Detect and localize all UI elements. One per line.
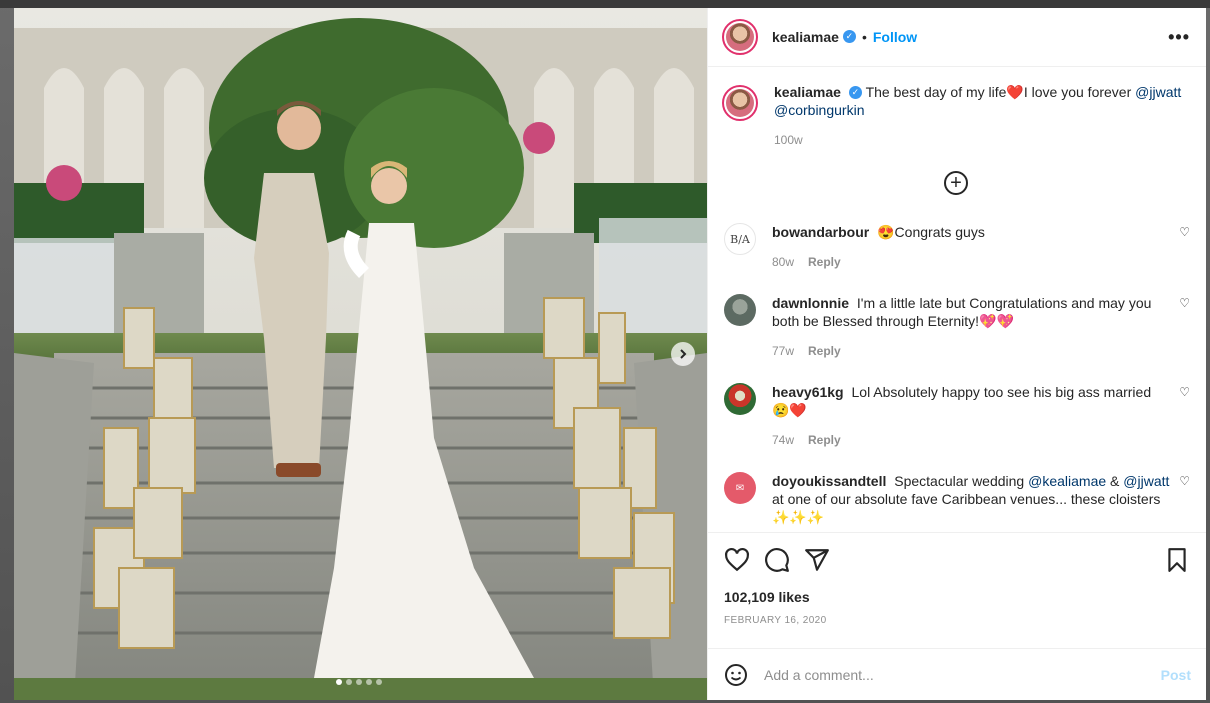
comment-like-heart-icon[interactable]: ♡ xyxy=(1179,385,1190,399)
caption-text: The best day of my life❤️I love you fore… xyxy=(865,84,1132,100)
wedding-photo-illustration xyxy=(14,8,707,700)
commenter-avatar[interactable] xyxy=(724,383,756,415)
reply-button[interactable]: Reply xyxy=(808,431,841,449)
carousel-dot xyxy=(366,679,372,685)
commenter-username[interactable]: bowandarbour xyxy=(772,224,869,240)
verified-icon: ✓ xyxy=(848,85,862,99)
comment-item: B/A bowandarbour 😍Congrats guys 80w Reply… xyxy=(722,223,1190,271)
post-comment-button[interactable]: Post xyxy=(1161,667,1191,683)
commenter-avatar[interactable]: B/A xyxy=(724,223,756,255)
carousel-dot xyxy=(346,679,352,685)
comment-text: 😍Congrats guys xyxy=(877,224,985,240)
post-modal: kealiamae ✓ • Follow ••• kealiamae ✓ The … xyxy=(14,8,1206,700)
comment-time: 77w xyxy=(772,344,795,358)
post-date: FEBRUARY 16, 2020 xyxy=(724,615,827,626)
heart-icon[interactable] xyxy=(724,547,750,573)
mention-link[interactable]: @kealiamae xyxy=(1028,473,1106,489)
comment-text: & xyxy=(1110,473,1120,489)
carousel-next-button[interactable] xyxy=(671,342,695,366)
mention-link[interactable]: @corbingurkin xyxy=(774,102,864,118)
browser-top-strip xyxy=(0,0,1210,8)
mention-link[interactable]: @jjwatt xyxy=(1123,473,1169,489)
chevron-right-icon xyxy=(680,349,687,359)
share-icon[interactable] xyxy=(804,547,830,573)
comments-list[interactable]: kealiamae ✓ The best day of my life❤️I lo… xyxy=(708,67,1206,532)
commenter-username[interactable]: dawnlonnie xyxy=(772,295,849,311)
comment-like-heart-icon[interactable]: ♡ xyxy=(1179,225,1190,239)
author-username[interactable]: kealiamae xyxy=(772,29,839,45)
verified-icon: ✓ xyxy=(842,29,856,43)
author-avatar[interactable] xyxy=(722,19,758,55)
mention-link[interactable]: @jjwatt xyxy=(1135,84,1181,100)
carousel-indicator xyxy=(336,679,382,685)
comment-time: 74w xyxy=(772,433,795,447)
post-photo[interactable] xyxy=(14,8,707,700)
comment-icon[interactable] xyxy=(764,547,790,573)
comment-item: dawnlonnie I'm a little late but Congrat… xyxy=(722,294,1190,360)
add-comment-bar: Post xyxy=(708,648,1206,700)
post-header: kealiamae ✓ • Follow ••• xyxy=(708,8,1206,67)
comment-item: heavy61kg Lol Absolutely happy too see h… xyxy=(722,383,1190,449)
add-icon[interactable]: + xyxy=(944,171,968,195)
reply-button[interactable]: Reply xyxy=(808,253,841,271)
carousel-dot xyxy=(376,679,382,685)
caption-username[interactable]: kealiamae xyxy=(774,84,841,100)
commenter-username[interactable]: doyoukissandtell xyxy=(772,473,886,489)
more-icon[interactable]: ••• xyxy=(1168,27,1190,48)
comment-like-heart-icon[interactable]: ♡ xyxy=(1179,296,1190,310)
comment-text: Spectacular wedding xyxy=(894,473,1025,489)
comment-item: ✉ doyoukissandtell Spectacular wedding @… xyxy=(722,472,1190,526)
reply-button[interactable]: Reply xyxy=(808,342,841,360)
commenter-username[interactable]: heavy61kg xyxy=(772,384,844,400)
follow-button[interactable]: Follow xyxy=(873,29,917,45)
carousel-dot xyxy=(356,679,362,685)
comment-input[interactable] xyxy=(764,666,1161,683)
comment-like-heart-icon[interactable]: ♡ xyxy=(1179,474,1190,488)
post-side-panel: kealiamae ✓ • Follow ••• kealiamae ✓ The … xyxy=(707,8,1206,700)
commenter-avatar[interactable] xyxy=(724,294,756,326)
caption: kealiamae ✓ The best day of my life❤️I lo… xyxy=(722,83,1190,149)
likes-count[interactable]: 102,109 likes xyxy=(724,589,1190,605)
comment-time: 80w xyxy=(772,255,795,269)
header-separator: • xyxy=(861,29,867,45)
caption-avatar[interactable] xyxy=(722,85,758,121)
commenter-avatar[interactable]: ✉ xyxy=(724,472,756,504)
comment-text: at one of our absolute fave Caribbean ve… xyxy=(772,491,1161,525)
caption-time: 100w xyxy=(774,133,803,147)
emoji-icon[interactable] xyxy=(724,663,748,687)
carousel-dot xyxy=(336,679,342,685)
bookmark-icon[interactable] xyxy=(1164,547,1190,573)
